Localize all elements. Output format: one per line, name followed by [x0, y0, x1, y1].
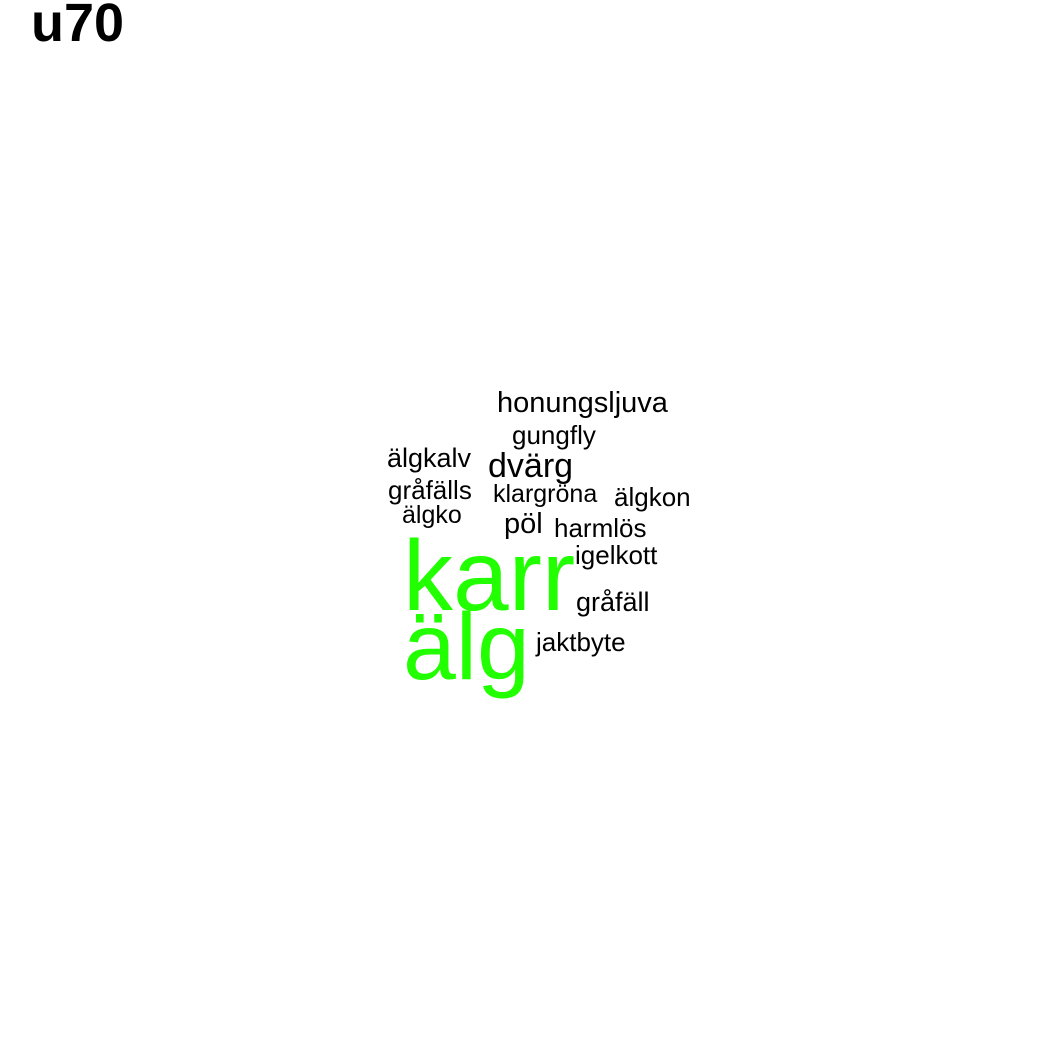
word-algkon: älgkon	[614, 482, 691, 512]
word-klargrona: klargröna	[493, 480, 598, 508]
word-honungsljuva: honungsljuva	[497, 387, 668, 419]
word-grafalls: gråfälls	[388, 475, 472, 505]
word-cloud: honungsljuva gungfly älgkalv dvärg gråfä…	[0, 0, 1050, 1050]
word-grafall: gråfäll	[576, 587, 650, 617]
word-igelkott: igelkott	[575, 540, 658, 570]
word-dvarg: dvärg	[488, 447, 574, 485]
word-jaktbyte: jaktbyte	[536, 627, 626, 657]
word-gungfly: gungfly	[512, 420, 596, 450]
word-alg: älg	[403, 594, 530, 700]
word-algkalv: älgkalv	[387, 443, 472, 473]
